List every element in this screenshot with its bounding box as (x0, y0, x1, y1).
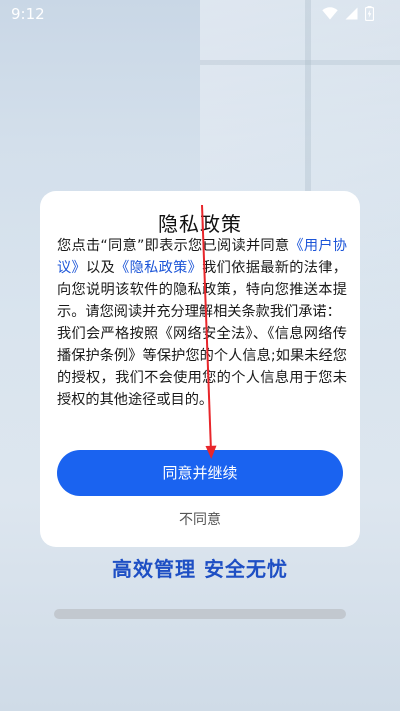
privacy-policy-dialog: 隐私政策 您点击“同意”即表示您已阅读并同意《用户协议》以及《隐私政策》我们依据… (40, 191, 360, 547)
background-window-frame-horizontal (200, 60, 400, 65)
privacy-policy-link[interactable]: 《隐私政策》 (115, 260, 202, 276)
body-text-and: 以及 (86, 260, 116, 276)
agree-and-continue-button[interactable]: 同意并继续 (57, 450, 343, 496)
body-text-intro: 您点击“同意”即表示您已阅读并同意 (57, 238, 290, 254)
cellular-signal-icon (345, 7, 358, 20)
battery-charging-icon (365, 6, 374, 21)
dialog-body-paragraph-1: 您点击“同意”即表示您已阅读并同意《用户协议》以及《隐私政策》我们依据最新的法律… (57, 235, 347, 323)
dialog-title: 隐私政策 (158, 212, 242, 236)
wifi-icon (322, 7, 338, 20)
status-time: 9:12 (11, 5, 45, 23)
loading-progress-bar (54, 609, 346, 619)
dialog-body-paragraph-2: 我们会严格按照《网络安全法》、《信息网络传播保护条例》等保护您的个人信息;如果未… (57, 326, 347, 408)
app-slogan: 高效管理 安全无忧 (112, 557, 288, 581)
dialog-body: 您点击“同意”即表示您已阅读并同意《用户协议》以及《隐私政策》我们依据最新的法律… (57, 235, 347, 411)
disagree-button[interactable]: 不同意 (150, 509, 250, 529)
status-bar: 9:12 (0, 0, 400, 30)
status-icons (322, 6, 374, 21)
